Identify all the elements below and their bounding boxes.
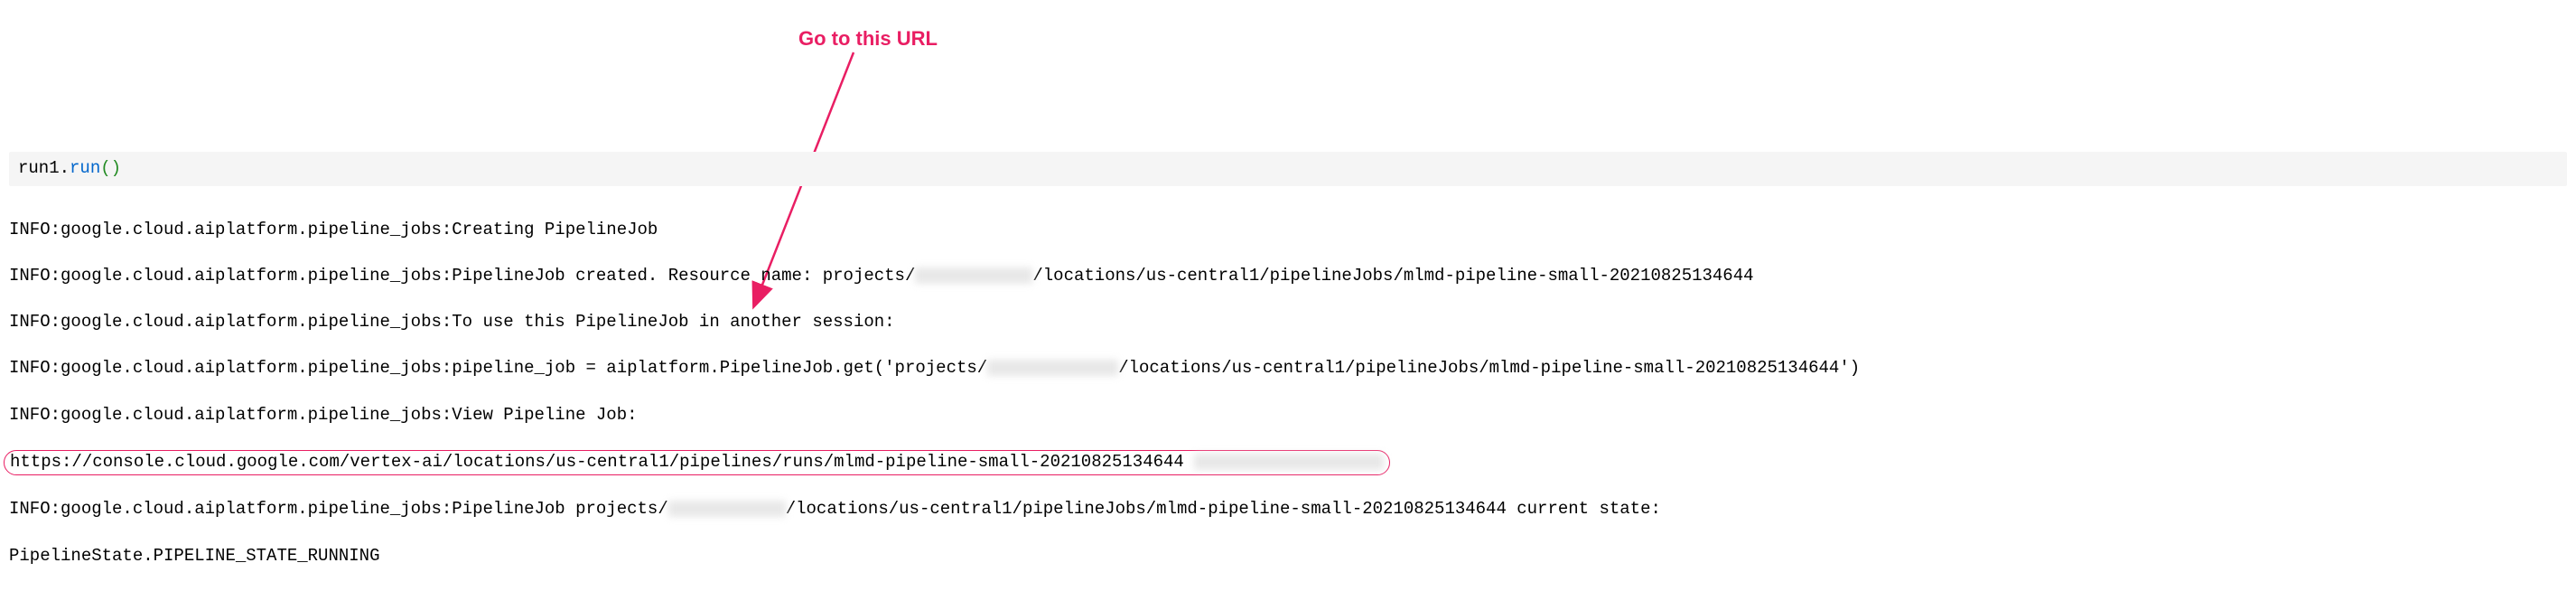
output-line: INFO:google.cloud.aiplatform.pipeline_jo… — [9, 219, 1860, 242]
code-parens: () — [100, 158, 121, 178]
pipeline-url-text: https://console.cloud.google.com/vertex-… — [10, 452, 1184, 472]
output-line: INFO:google.cloud.aiplatform.pipeline_jo… — [9, 357, 1860, 380]
output-block: INFO:google.cloud.aiplatform.pipeline_jo… — [9, 195, 1860, 591]
redacted-project-id: xxxxxxxxxxx — [987, 360, 1118, 376]
output-line: INFO:google.cloud.aiplatform.pipeline_jo… — [9, 311, 1860, 334]
output-text: /locations/us-central1/pipelineJobs/mlmd… — [786, 499, 1661, 519]
code-input-cell: run1.run() — [9, 152, 2567, 186]
output-line-url: https://console.cloud.google.com/vertex-… — [9, 450, 1860, 475]
output-text: INFO:google.cloud.aiplatform.pipeline_jo… — [9, 499, 668, 519]
output-line: INFO:google.cloud.aiplatform.pipeline_jo… — [9, 265, 1860, 288]
output-text: /locations/us-central1/pipelineJobs/mlmd… — [1118, 358, 1860, 378]
output-text: INFO:google.cloud.aiplatform.pipeline_jo… — [9, 358, 987, 378]
output-line: INFO:google.cloud.aiplatform.pipeline_jo… — [9, 404, 1860, 427]
output-line: INFO:google.cloud.aiplatform.pipeline_jo… — [9, 498, 1860, 521]
code-object: run1 — [18, 158, 60, 178]
annotation-label: Go to this URL — [798, 25, 938, 52]
output-line: PipelineState.PIPELINE_STATE_RUNNING — [9, 545, 1860, 568]
redacted-project-id: xxxxxxxxxx — [915, 267, 1032, 284]
output-text: /locations/us-central1/pipelineJobs/mlmd… — [1032, 266, 1753, 286]
redacted-project-id: xxxxxxxxxx — [668, 501, 786, 517]
output-text: INFO:google.cloud.aiplatform.pipeline_jo… — [9, 266, 915, 286]
highlighted-url[interactable]: https://console.cloud.google.com/vertex-… — [4, 450, 1390, 475]
code-method: run — [70, 158, 100, 178]
redacted-url-suffix: xxxxxxxxxxxxxxxxx — [1194, 454, 1384, 470]
code-dot: . — [60, 158, 70, 178]
